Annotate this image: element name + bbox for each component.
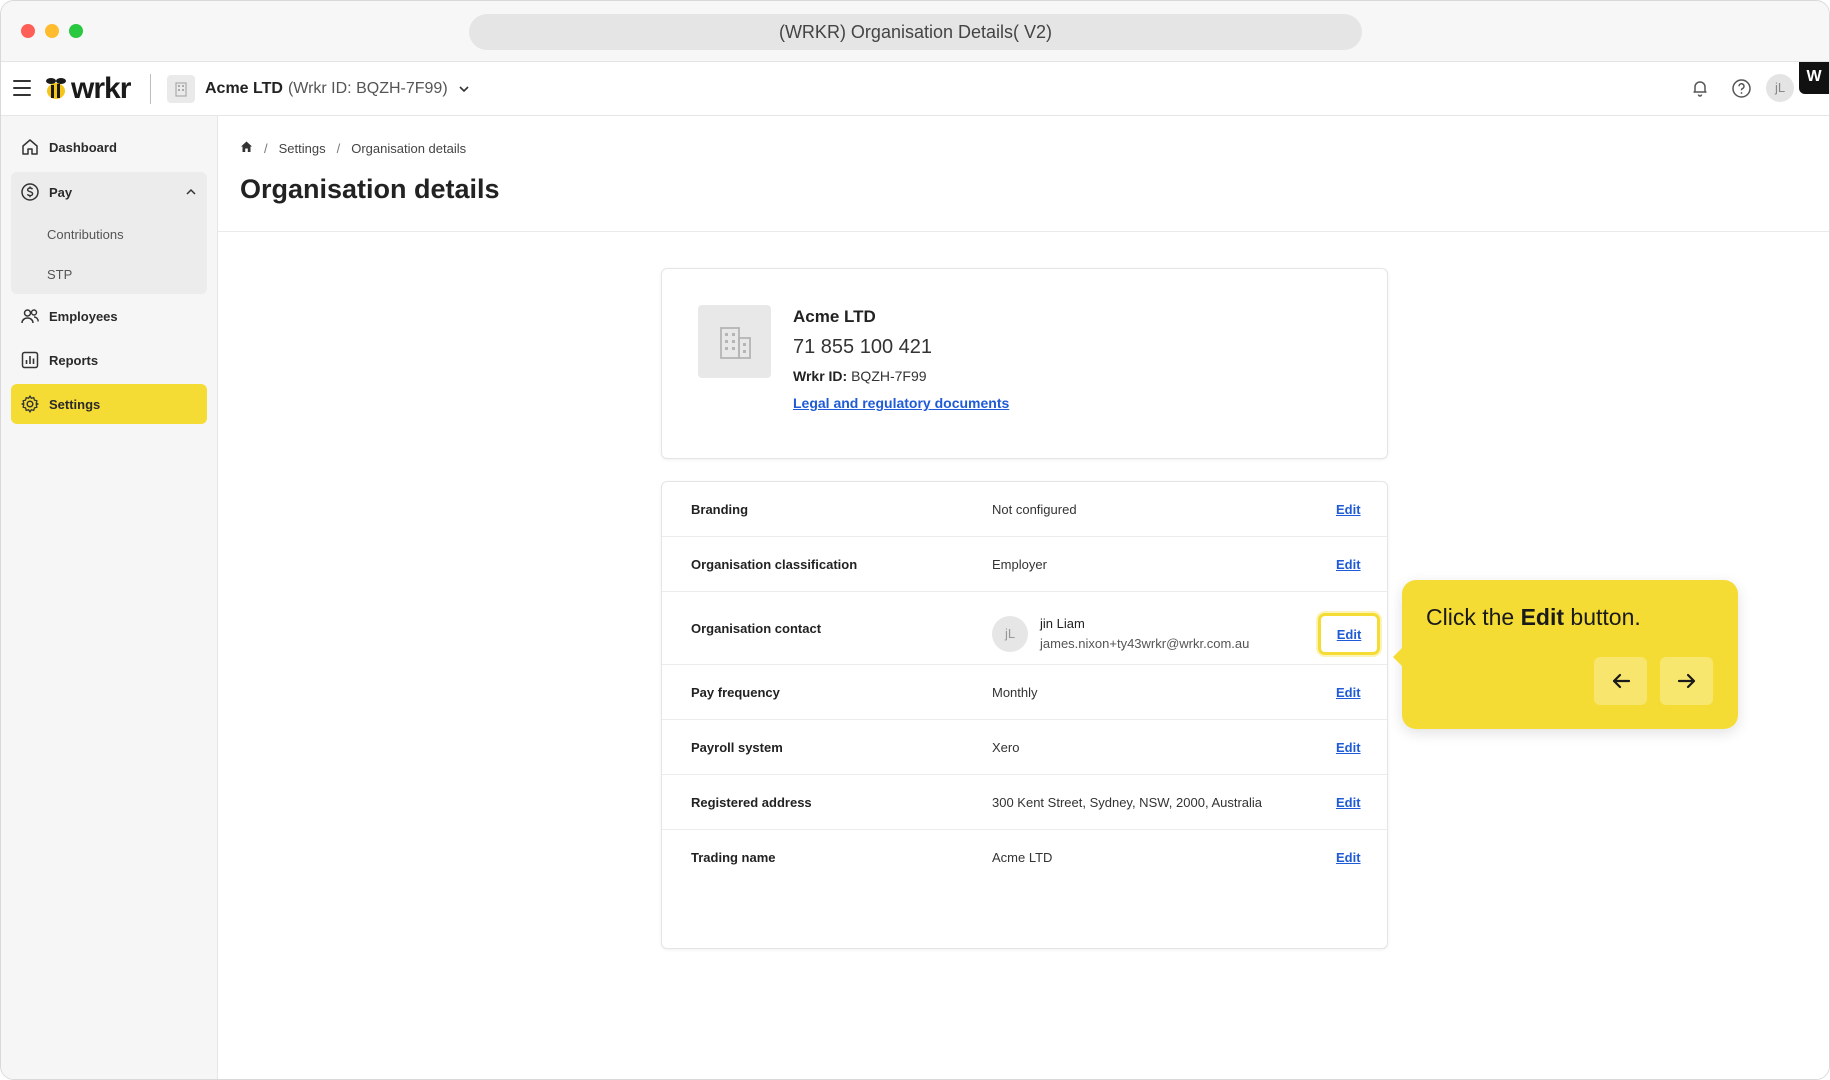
org-logo	[698, 305, 771, 378]
title-bar: (WRKR) Organisation Details( V2)	[1, 1, 1829, 62]
bar-chart-icon	[19, 349, 41, 371]
wrkr-logo[interactable]: wrkr	[43, 72, 131, 106]
row-label: Organisation contact	[691, 621, 822, 636]
sidebar-item-label: Dashboard	[49, 139, 117, 155]
tooltip-text-after: button.	[1564, 604, 1641, 630]
chevron-down-icon	[459, 86, 469, 93]
home-icon[interactable]	[240, 140, 253, 156]
org-card-name: Acme LTD	[793, 307, 876, 326]
minimize-window-button[interactable]	[45, 24, 59, 38]
breadcrumb-current: Organisation details	[351, 140, 467, 156]
tooltip-text-bold: Edit	[1520, 604, 1565, 630]
sidebar-item-reports[interactable]: Reports	[11, 340, 207, 380]
table-row: Organisation contact jL jin Liam james.n…	[662, 592, 1387, 665]
breadcrumb-settings[interactable]: Settings	[279, 141, 326, 156]
breadcrumb-separator: /	[264, 140, 268, 156]
org-details-list: Branding Not configured Edit Organisatio…	[661, 481, 1388, 949]
arrow-left-icon	[1612, 673, 1630, 689]
header-divider	[218, 231, 1829, 232]
row-label: Pay frequency	[691, 685, 780, 700]
dollar-circle-icon	[19, 181, 41, 203]
tooltip-text-before: Click the	[1426, 604, 1521, 630]
sidebar-item-pay[interactable]: Pay	[11, 172, 207, 212]
sidebar-item-label: Employees	[49, 308, 118, 324]
guide-tooltip: Click the Edit button.	[1393, 580, 1738, 729]
contact-avatar: jL	[992, 616, 1028, 652]
breadcrumb: / Settings / Organisation details	[240, 140, 466, 156]
row-value: Xero	[992, 740, 1020, 755]
chevron-up-icon	[186, 188, 196, 195]
org-id: (Wrkr ID: BQZH-7F99)	[287, 80, 448, 97]
building-icon	[167, 75, 195, 103]
sidebar-item-dashboard[interactable]: Dashboard	[11, 127, 207, 167]
row-label: Payroll system	[691, 740, 783, 755]
sidebar-item-label: Pay	[49, 184, 73, 200]
gear-icon	[19, 393, 41, 415]
app-header: wrkr Acme LTD (Wrkr ID: BQZH-7F99) jL W	[1, 62, 1829, 116]
arrow-right-icon	[1677, 673, 1695, 689]
page-title: Organisation details	[240, 174, 500, 204]
contact-name: jin Liam	[1040, 616, 1085, 631]
wrkr-id-label: Wrkr ID:	[793, 368, 848, 384]
bee-icon	[46, 78, 66, 99]
table-row: Payroll system Xero Edit	[662, 720, 1387, 775]
tooltip-prev-button[interactable]	[1594, 657, 1647, 705]
breadcrumb-separator: /	[336, 140, 341, 156]
row-value: Not configured	[992, 502, 1077, 517]
wrkr-badge[interactable]: W	[1799, 62, 1829, 94]
contact-email: james.nixon+ty43wrkr@wrkr.com.au	[1040, 636, 1250, 651]
menu-icon[interactable]	[13, 80, 31, 96]
row-value: Employer	[992, 557, 1047, 572]
wrkr-id-value: BQZH-7F99	[851, 368, 927, 384]
help-icon[interactable]	[1729, 76, 1753, 100]
org-switcher[interactable]: Acme LTD (Wrkr ID: BQZH-7F99)	[167, 74, 470, 104]
logo-text: wrkr	[71, 72, 131, 105]
edit-contact-label: Edit	[1336, 626, 1362, 642]
table-row: Organisation classification Employer Edi…	[662, 537, 1387, 592]
table-row: Trading name Acme LTD Edit	[662, 830, 1387, 884]
edit-branding-button[interactable]: Edit	[1336, 502, 1361, 517]
sidebar-item-label: Settings	[49, 396, 101, 412]
header-divider	[150, 74, 151, 104]
org-card-wrkr-id: Wrkr ID: BQZH-7F99	[793, 368, 927, 384]
row-label: Organisation classification	[691, 557, 858, 572]
sidebar: Dashboard Pay Contributions STP Employee…	[1, 116, 218, 1079]
close-window-button[interactable]	[21, 24, 35, 38]
tooltip-next-button[interactable]	[1660, 657, 1713, 705]
users-icon	[19, 305, 41, 327]
row-value: 300 Kent Street, Sydney, NSW, 2000, Aust…	[992, 795, 1263, 810]
org-card-abn: 71 855 100 421	[793, 336, 933, 358]
edit-payroll-system-button[interactable]: Edit	[1336, 740, 1361, 755]
org-name: Acme LTD	[205, 80, 283, 97]
row-label: Trading name	[691, 850, 776, 865]
browser-window: (WRKR) Organisation Details( V2) wrkr Ac…	[0, 0, 1830, 1080]
table-row: Pay frequency Monthly Edit	[662, 665, 1387, 720]
row-value: Monthly	[992, 685, 1038, 700]
bell-icon[interactable]	[1688, 76, 1712, 100]
edit-address-button[interactable]: Edit	[1336, 795, 1361, 810]
edit-classification-button[interactable]: Edit	[1336, 557, 1361, 572]
row-value: Acme LTD	[992, 850, 1053, 865]
table-row: Registered address 300 Kent Street, Sydn…	[662, 775, 1387, 830]
window-title[interactable]: (WRKR) Organisation Details( V2)	[469, 14, 1362, 50]
sidebar-subitem-contributions[interactable]: Contributions	[47, 227, 124, 242]
row-label: Branding	[691, 502, 749, 517]
row-label: Registered address	[691, 795, 812, 810]
maximize-window-button[interactable]	[69, 24, 83, 38]
table-row: Branding Not configured Edit	[662, 482, 1387, 537]
sidebar-item-settings[interactable]: Settings	[11, 384, 207, 424]
edit-trading-name-button[interactable]: Edit	[1336, 850, 1361, 865]
edit-pay-frequency-button[interactable]: Edit	[1336, 685, 1361, 700]
edit-contact-button[interactable]: Edit	[1318, 613, 1380, 655]
legal-documents-link[interactable]: Legal and regulatory documents	[793, 395, 1009, 411]
org-summary-card: Acme LTD 71 855 100 421 Wrkr ID: BQZH-7F…	[661, 268, 1388, 459]
sidebar-subitem-stp[interactable]: STP	[47, 267, 72, 282]
building-icon	[719, 326, 751, 359]
sidebar-item-employees[interactable]: Employees	[11, 296, 207, 336]
user-avatar[interactable]: jL	[1766, 74, 1794, 102]
home-icon	[19, 136, 41, 158]
sidebar-item-label: Reports	[49, 352, 99, 368]
tooltip-text: Click the Edit button.	[1426, 604, 1641, 631]
